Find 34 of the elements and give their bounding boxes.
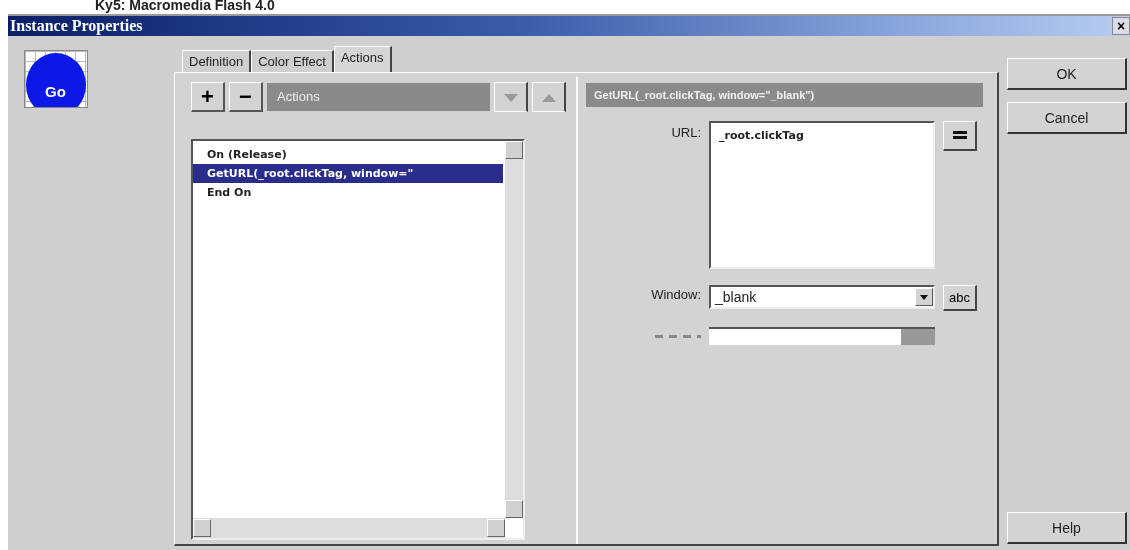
window-dropdown[interactable]: _blank	[709, 285, 935, 309]
dialog-button[interactable]: Cancel	[1007, 102, 1127, 134]
horizontal-scrollbar[interactable]	[193, 518, 505, 538]
remove-button[interactable]: −	[229, 82, 263, 112]
equals-icon	[951, 128, 968, 141]
blurred-label	[655, 335, 701, 338]
tab[interactable]: Definition	[182, 50, 252, 72]
expression-button[interactable]	[943, 121, 977, 151]
add-button[interactable]: +	[191, 82, 225, 112]
url-field[interactable]: _root.clickTag	[709, 121, 935, 269]
dropdown-arrow-icon	[920, 294, 928, 300]
scroll-right-button[interactable]	[487, 519, 505, 537]
close-button[interactable]: ×	[1112, 17, 1130, 35]
window-title: Instance Properties	[9, 17, 143, 35]
up-triangle-icon	[541, 93, 556, 102]
tab[interactable]: Actions	[333, 46, 392, 72]
script-line[interactable]: On (Release)	[193, 145, 503, 164]
move-up-button[interactable]	[532, 82, 566, 112]
variables-dropdown[interactable]	[709, 327, 935, 345]
action-header: GetURL(_root.clickTag, window="_blank")	[586, 83, 983, 107]
tab[interactable]: Color Effect	[251, 50, 334, 72]
script-line[interactable]: End On	[193, 183, 503, 202]
literal-button[interactable]: abc	[943, 285, 977, 311]
scroll-up-button[interactable]	[505, 141, 523, 159]
scroll-left-button[interactable]	[193, 519, 211, 537]
field-label: URL:	[670, 124, 701, 140]
scroll-down-button[interactable]	[505, 500, 523, 518]
vertical-scrollbar[interactable]	[505, 141, 523, 518]
symbol-label: Go	[45, 83, 66, 100]
dialog-button[interactable]: Help	[1007, 512, 1127, 544]
field-label: Window:	[650, 286, 701, 302]
down-triangle-icon	[503, 93, 518, 102]
dialog-button[interactable]: OK	[1007, 58, 1127, 90]
move-down-button[interactable]	[494, 82, 528, 112]
